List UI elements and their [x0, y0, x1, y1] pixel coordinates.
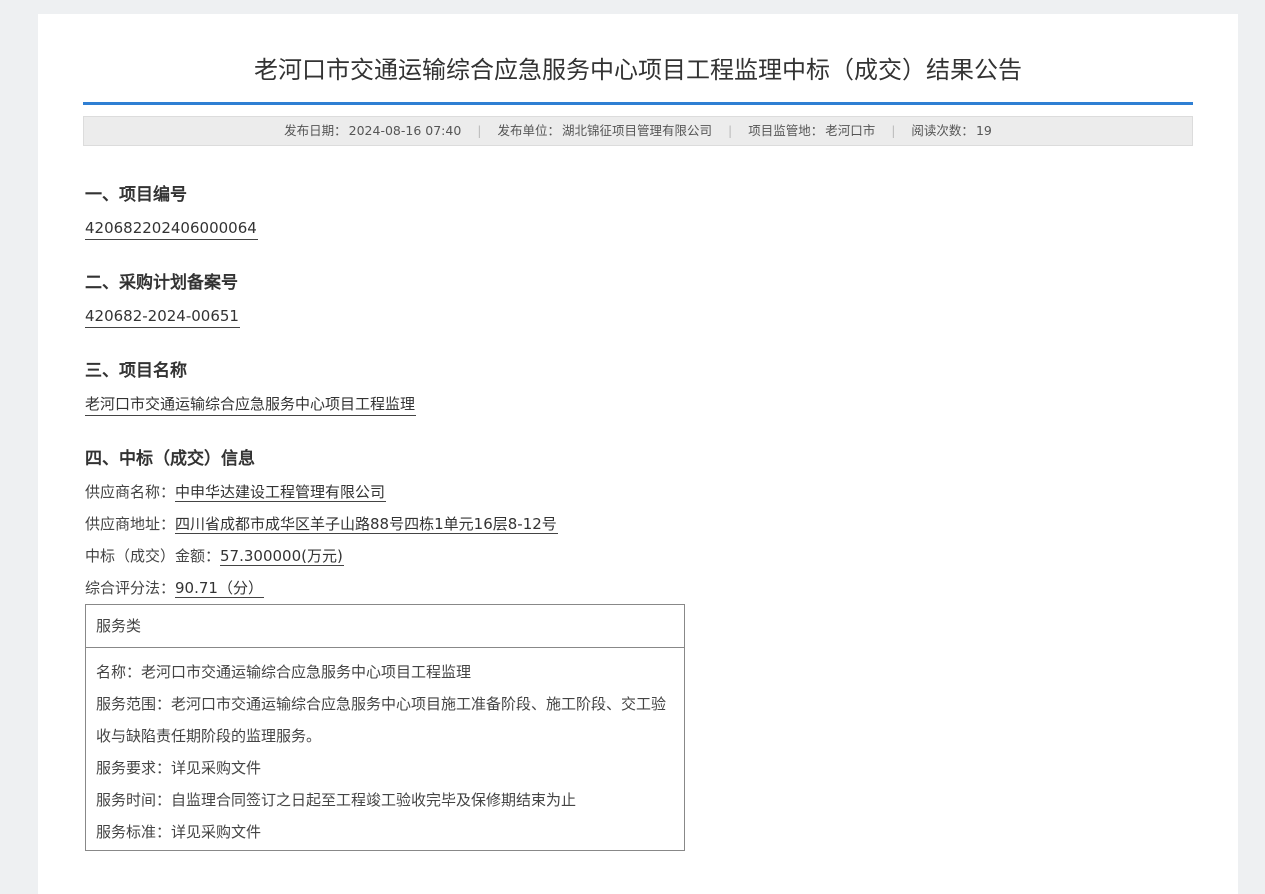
section-heading-award-info: 四、中标（成交）信息 — [85, 449, 255, 469]
views-label: 阅读次数： — [911, 123, 974, 138]
publish-date-label: 发布日期： — [284, 123, 347, 138]
score-row: 综合评分法：90.71（分） — [85, 577, 264, 599]
publisher: 湖北锦征项目管理有限公司 — [562, 123, 713, 138]
service-table: 服务类 名称：老河口市交通运输综合应急服务中心项目工程监理 服务范围：老河口市交… — [85, 604, 685, 851]
supplier-name: 中申华达建设工程管理有限公司 — [175, 483, 387, 502]
project-name: 老河口市交通运输综合应急服务中心项目工程监理 — [85, 393, 417, 416]
service-details: 名称：老河口市交通运输综合应急服务中心项目工程监理 服务范围：老河口市交通运输综… — [86, 648, 684, 848]
amount-label: 中标（成交）金额： — [85, 547, 221, 565]
supplier-address: 四川省成都市成华区羊子山路88号四栋1单元16层8-12号 — [175, 515, 558, 534]
publish-date: 2024-08-16 07:40 — [348, 123, 462, 138]
meta-bar: 发布日期： 2024-08-16 07:40 | 发布单位： 湖北锦征项目管理有限公… — [83, 116, 1193, 146]
score-label: 综合评分法： — [85, 579, 176, 597]
meta-separator: | — [891, 123, 896, 138]
title-divider — [83, 102, 1193, 105]
evaluation-score: 90.71（分） — [175, 579, 264, 598]
service-time: 服务时间：自监理合同签订之日起至工程竣工验收完毕及保修期结束为止 — [96, 791, 577, 809]
section-heading-project-name: 三、项目名称 — [85, 361, 187, 381]
plan-number: 420682-2024-00651 — [85, 305, 240, 328]
publisher-label: 发布单位： — [497, 123, 560, 138]
meta-separator: | — [728, 123, 733, 138]
amount-row: 中标（成交）金额：57.300000(万元) — [85, 545, 344, 567]
announcement-page: 老河口市交通运输综合应急服务中心项目工程监理中标（成交）结果公告 发布日期： 20… — [38, 14, 1238, 894]
page-title: 老河口市交通运输综合应急服务中心项目工程监理中标（成交）结果公告 — [254, 56, 1022, 84]
location-label: 项目监管地： — [748, 123, 824, 138]
section-heading-plan-number: 二、采购计划备案号 — [85, 273, 238, 293]
supplier-row: 供应商名称：中申华达建设工程管理有限公司 — [85, 481, 387, 503]
supplier-label: 供应商名称： — [85, 483, 176, 501]
service-name: 名称：老河口市交通运输综合应急服务中心项目工程监理 — [96, 663, 472, 681]
project-number: 420682202406000064 — [85, 217, 258, 240]
section-heading-project-number: 一、项目编号 — [85, 185, 187, 205]
views-count: 19 — [975, 123, 992, 138]
service-scope: 服务范围：老河口市交通运输综合应急服务中心项目施工准备阶段、施工阶段、交工验收与… — [96, 695, 667, 745]
service-requirement: 服务要求：详见采购文件 — [96, 759, 262, 777]
address-label: 供应商地址： — [85, 515, 176, 533]
award-amount: 57.300000(万元) — [220, 547, 344, 566]
service-category: 服务类 — [86, 605, 684, 648]
address-row: 供应商地址：四川省成都市成华区羊子山路88号四栋1单元16层8-12号 — [85, 513, 558, 535]
service-standard: 服务标准：详见采购文件 — [96, 823, 262, 841]
meta-separator: | — [477, 123, 482, 138]
location: 老河口市 — [825, 123, 876, 138]
